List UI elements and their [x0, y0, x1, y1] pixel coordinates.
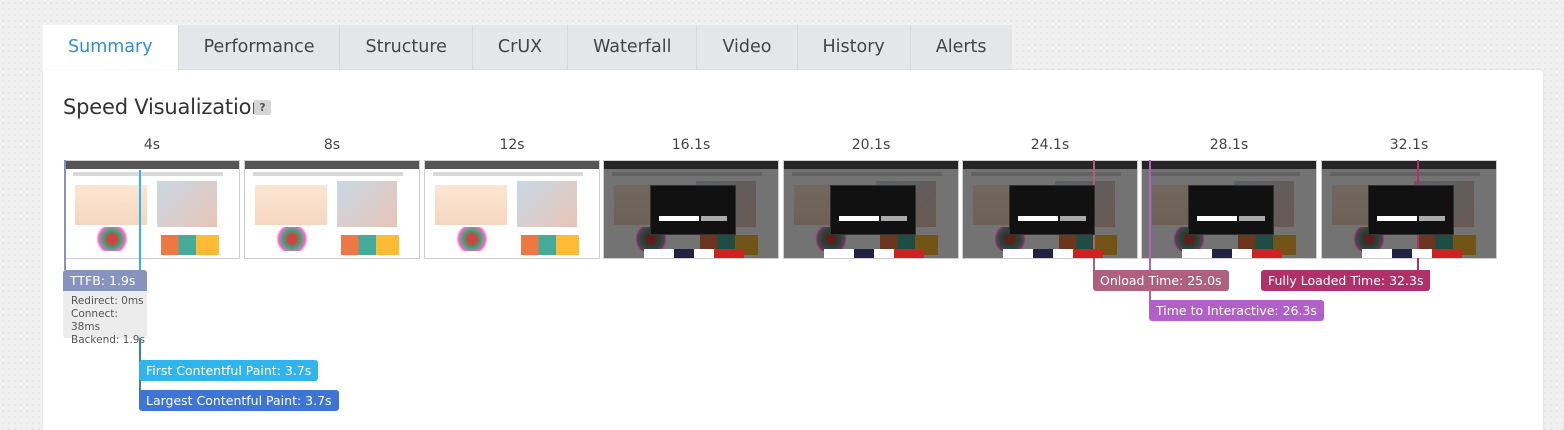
filmstrip-frame[interactable] — [1321, 160, 1497, 259]
ttfb-label: TTFB: 1.9s — [63, 270, 147, 291]
frame-time-label: 16.1s — [671, 137, 711, 153]
filmstrip-frame[interactable] — [64, 160, 240, 259]
filmstrip-frame[interactable] — [603, 160, 779, 259]
ttfb-breakdown: Redirect: 0ms Connect: 38ms Backend: 1.9… — [63, 291, 147, 346]
frame-time-label: 32.1s — [1389, 137, 1429, 153]
filmstrip-frame[interactable] — [962, 160, 1138, 259]
filmstrip-frame[interactable] — [424, 160, 600, 259]
fcp-marker: First Contentful Paint: 3.7s — [139, 360, 319, 381]
tab-crux[interactable]: CrUX — [472, 25, 569, 70]
filmstrip-frame[interactable] — [244, 160, 420, 259]
frame-time-label: 28.1s — [1209, 137, 1249, 153]
tab-summary[interactable]: Summary — [43, 25, 179, 70]
ttfb-connect: Connect: 38ms — [71, 308, 118, 333]
tab-structure[interactable]: Structure — [340, 25, 473, 70]
filmstrip-frame[interactable] — [783, 160, 959, 259]
ttfb-backend: Backend: 1.9s — [71, 334, 145, 346]
help-icon[interactable]: ? — [254, 100, 271, 115]
tab-waterfall[interactable]: Waterfall — [568, 25, 698, 70]
tti-marker: Time to Interactive: 26.3s — [1149, 300, 1324, 321]
frame-time-label: 4s — [143, 137, 161, 153]
tab-bar: Summary Performance Structure CrUX Water… — [43, 25, 1012, 70]
ttfb-redirect: Redirect: 0ms — [71, 295, 144, 307]
frame-time-label: 12s — [499, 137, 525, 153]
tab-alerts[interactable]: Alerts — [910, 25, 1012, 70]
tab-video[interactable]: Video — [697, 25, 798, 70]
onload-marker: Onload Time: 25.0s — [1093, 270, 1229, 291]
filmstrip-frame[interactable] — [1141, 160, 1317, 259]
frame-time-label: 8s — [323, 137, 341, 153]
fully-loaded-marker: Fully Loaded Time: 32.3s — [1261, 270, 1431, 291]
frame-time-label: 24.1s — [1030, 137, 1070, 153]
tab-performance[interactable]: Performance — [178, 25, 341, 70]
lcp-marker: Largest Contentful Paint: 3.7s — [139, 390, 339, 411]
section-title: Speed Visualization — [63, 95, 265, 119]
ttfb-line — [64, 160, 66, 270]
frame-time-label: 20.1s — [851, 137, 891, 153]
tab-history[interactable]: History — [797, 25, 911, 70]
